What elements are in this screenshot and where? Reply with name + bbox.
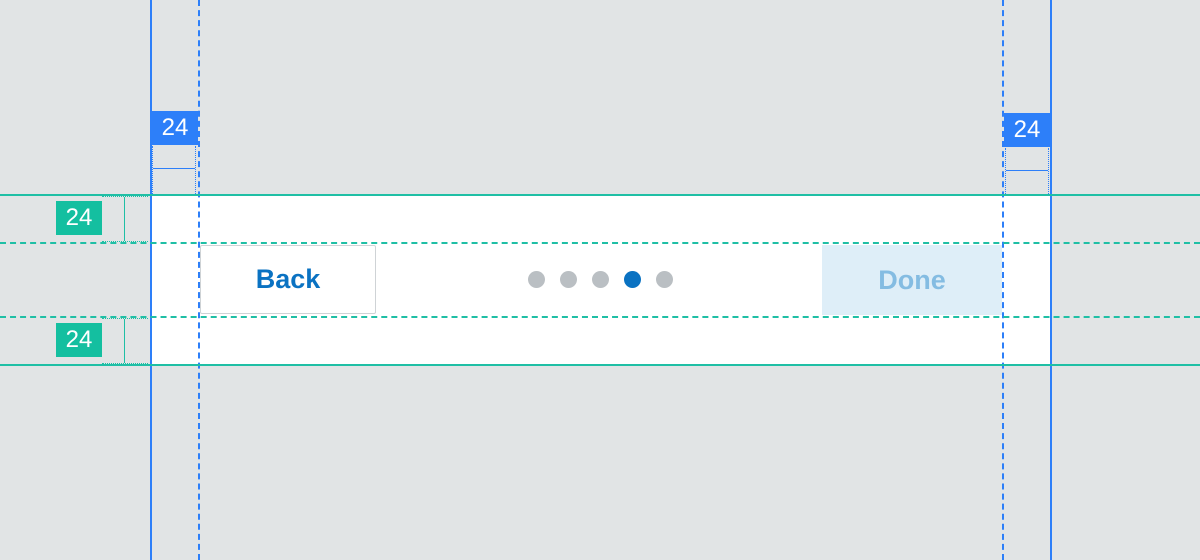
bottom-padding-badge: 24 bbox=[56, 323, 102, 357]
guide-top-outer bbox=[0, 194, 1200, 196]
guide-left-outer bbox=[150, 0, 152, 560]
guide-bottom-inner bbox=[0, 316, 1200, 318]
guide-top-inner bbox=[0, 242, 1200, 244]
step-dot-1 bbox=[528, 271, 545, 288]
left-inset-measure bbox=[152, 146, 196, 194]
guide-bottom-outer bbox=[0, 364, 1200, 366]
step-dot-4 bbox=[624, 271, 641, 288]
left-inset-badge: 24 bbox=[152, 111, 198, 145]
step-dot-3 bbox=[592, 271, 609, 288]
guide-right-inner bbox=[1002, 0, 1004, 560]
right-inset-measure bbox=[1005, 148, 1049, 194]
guide-right-outer bbox=[1050, 0, 1052, 560]
top-padding-badge: 24 bbox=[56, 201, 102, 235]
top-padding-measure bbox=[102, 196, 148, 242]
step-dot-2 bbox=[560, 271, 577, 288]
done-button[interactable]: Done bbox=[822, 245, 1002, 315]
step-dot-5 bbox=[656, 271, 673, 288]
bottom-padding-measure bbox=[102, 318, 148, 364]
right-inset-badge: 24 bbox=[1004, 113, 1050, 147]
back-button[interactable]: Back bbox=[200, 245, 376, 314]
